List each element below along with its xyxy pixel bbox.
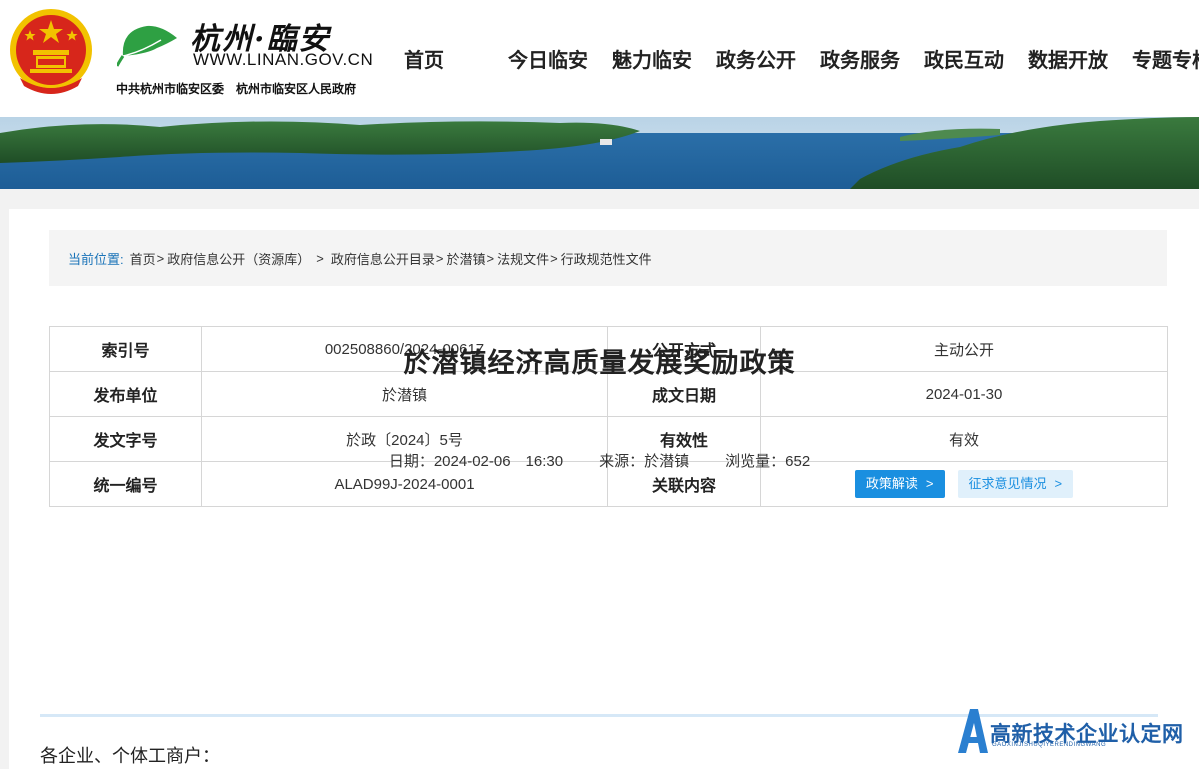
nav-item-gov-affairs[interactable]: 政务公开 [716,44,796,73]
breadcrumb-link-town[interactable]: 於潜镇 [446,249,485,268]
breadcrumb-prefix: 当前位置: [68,251,124,267]
national-emblem-icon [10,9,92,94]
brand-subtitle: 中共杭州市临安区委 杭州市临安区人民政府 [116,82,357,96]
watermark-logo-icon [958,709,988,753]
date-value: 2024-02-06 16:30 [433,453,564,470]
site-header: 杭州·臨安 WWW.LINAN.GOV.CN 中共杭州市临安区委 杭州市临安区人… [0,0,1199,117]
chevron-right-icon: > [1054,476,1063,491]
policy-interpretation-label: 政策解读 [865,476,918,491]
document-title: 於潜镇经济高质量发展奖励政策 [403,348,796,378]
views-value: 652 [785,453,811,470]
breadcrumb-link-resource[interactable]: 政府信息公开（资源库） [167,249,310,268]
nav-item-gov-services[interactable]: 政务服务 [820,44,900,73]
lake-banner-image [0,117,1199,189]
opinion-collection-label: 征求意见情况 [968,476,1047,491]
nav-item-open-data[interactable]: 数据开放 [1028,44,1108,73]
date-label: 日期： [388,453,434,470]
breadcrumb-separator: > [486,250,495,266]
site-watermark: 高新技术企业认定网 GAOXINJISHUQIYERENDINGWANG [952,705,1199,755]
source-label: 来源： [599,453,645,470]
nav-item-interaction[interactable]: 政民互动 [924,44,1004,73]
breadcrumb: 当前位置: 首页 > 政府信息公开（资源库） > 政府信息公开目录 > 於潜镇 … [49,230,1167,286]
breadcrumb-link-regulations[interactable]: 法规文件 [497,249,549,268]
content-card: 当前位置: 首页 > 政府信息公开（资源库） > 政府信息公开目录 > 於潜镇 … [9,209,1199,769]
breadcrumb-separator: > [156,250,165,266]
nav-item-home[interactable]: 首页 [404,44,444,73]
watermark-subtext: GAOXINJISHUQIYERENDINGWANG [992,742,1107,748]
breadcrumb-separator: > [316,250,324,266]
nav-item-charm[interactable]: 魅力临安 [612,44,692,73]
policy-interpretation-button[interactable]: 政策解读 > [854,470,945,498]
source-value: 於潜镇 [644,453,690,470]
nav-item-today[interactable]: 今日临安 [508,44,588,73]
document-meta-line: 日期：2024-02-06 16:30 来源：於潜镇 浏览量：652 [0,450,1199,471]
breadcrumb-separator: > [550,250,558,266]
views-label: 浏览量： [725,453,786,470]
nav-item-special[interactable]: 专题专栏 [1132,44,1199,73]
ginkgo-leaf-logo-icon [117,25,177,67]
breadcrumb-link-home[interactable]: 首页 [130,249,156,268]
opinion-collection-button[interactable]: 征求意见情况 > [957,470,1074,498]
body-paragraph: 各企业、个体工商户： [40,746,220,766]
brand-url: WWW.LINAN.GOV.CN [193,50,374,69]
chevron-right-icon: > [925,476,934,491]
main-nav: 首页 今日临安 魅力临安 政务公开 政务服务 政民互动 数据开放 专题专栏 [404,44,1199,73]
breadcrumb-separator: > [435,250,444,266]
breadcrumb-link-normative[interactable]: 行政规范性文件 [561,249,652,268]
breadcrumb-link-catalog[interactable]: 政府信息公开目录 [331,249,435,268]
